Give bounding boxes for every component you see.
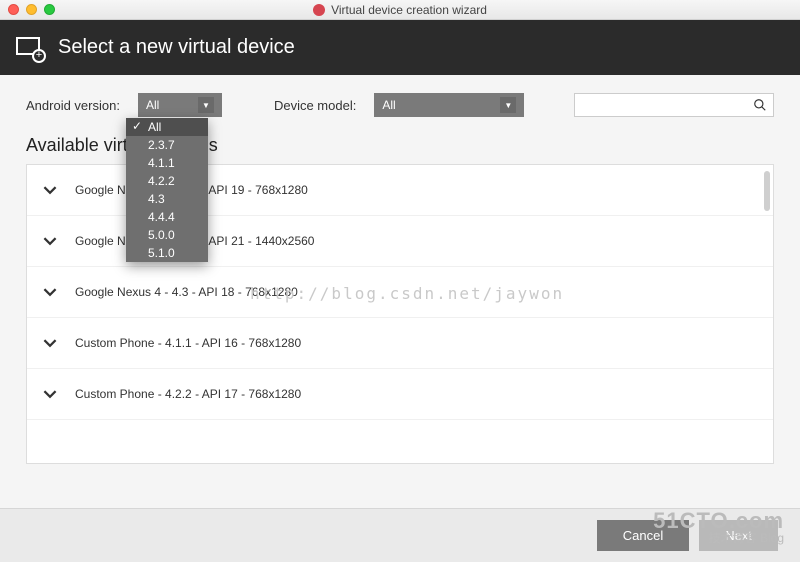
chevron-down-icon: [43, 234, 57, 248]
device-row[interactable]: Google Nexus 4 - 4.3 - API 18 - 768x1280: [27, 267, 773, 318]
device-label: Google Nexus 4 - 4.3 - API 18 - 768x1280: [75, 285, 298, 299]
filter-row: Android version: All ▼ Device model: All…: [0, 75, 800, 127]
dropdown-option[interactable]: 5.0.0: [126, 226, 208, 244]
window-title-wrap: Virtual device creation wizard: [0, 3, 800, 17]
dropdown-option[interactable]: 4.4.4: [126, 208, 208, 226]
dropdown-option[interactable]: 4.3: [126, 190, 208, 208]
device-model-label: Device model:: [274, 98, 356, 113]
android-version-value: All: [146, 98, 159, 112]
android-version-select[interactable]: All ▼: [138, 93, 222, 117]
android-version-label: Android version:: [26, 98, 120, 113]
titlebar: Virtual device creation wizard: [0, 0, 800, 20]
add-device-icon: +: [16, 37, 44, 59]
wizard-footer: Cancel Next: [0, 508, 800, 562]
chevron-down-icon: [43, 336, 57, 350]
device-model-value: All: [382, 98, 395, 112]
page-title: Select a new virtual device: [58, 36, 295, 59]
zoom-window-button[interactable]: [44, 4, 55, 15]
search-input[interactable]: [574, 93, 774, 117]
page-header: + Select a new virtual device: [0, 20, 800, 75]
window-title: Virtual device creation wizard: [331, 3, 487, 17]
device-label: Custom Phone - 4.1.1 - API 16 - 768x1280: [75, 336, 301, 350]
app-icon: [313, 4, 325, 16]
dropdown-option[interactable]: 5.1.0: [126, 244, 208, 262]
device-label: Custom Phone - 4.2.2 - API 17 - 768x1280: [75, 387, 301, 401]
search-icon: [753, 98, 767, 112]
chevron-down-icon: [43, 387, 57, 401]
device-row[interactable]: Custom Phone - 4.2.2 - API 17 - 768x1280: [27, 369, 773, 420]
available-devices-heading: Available virtual devices: [0, 127, 800, 164]
search-field[interactable]: [581, 98, 753, 112]
scrollbar-thumb[interactable]: [764, 171, 770, 211]
chevron-down-icon: ▼: [198, 97, 214, 113]
dropdown-option[interactable]: 4.1.1: [126, 154, 208, 172]
close-window-button[interactable]: [8, 4, 19, 15]
dropdown-option[interactable]: 2.3.7: [126, 136, 208, 154]
device-model-select[interactable]: All ▼: [374, 93, 524, 117]
cancel-button[interactable]: Cancel: [597, 520, 689, 551]
minimize-window-button[interactable]: [26, 4, 37, 15]
window-controls: [8, 4, 55, 15]
next-button: Next: [699, 520, 778, 551]
chevron-down-icon: [43, 285, 57, 299]
dropdown-option[interactable]: All: [126, 118, 208, 136]
dropdown-option[interactable]: 4.2.2: [126, 172, 208, 190]
chevron-down-icon: ▼: [500, 97, 516, 113]
device-row[interactable]: Custom Phone - 4.1.1 - API 16 - 768x1280: [27, 318, 773, 369]
android-version-dropdown[interactable]: All 2.3.7 4.1.1 4.2.2 4.3 4.4.4 5.0.0 5.…: [126, 118, 208, 262]
chevron-down-icon: [43, 183, 57, 197]
